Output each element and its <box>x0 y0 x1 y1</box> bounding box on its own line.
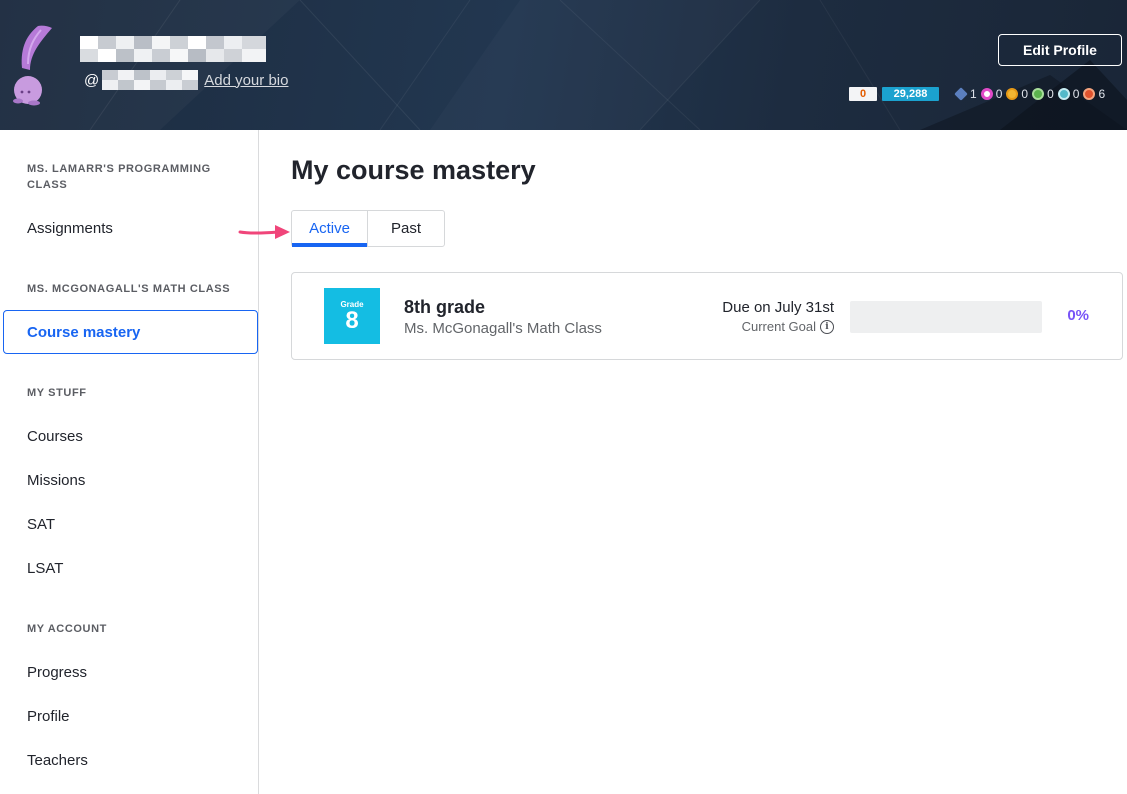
course-card[interactable]: Grade 8 8th grade Ms. McGonagall's Math … <box>291 272 1123 360</box>
badge-sun[interactable]: 0 <box>1032 87 1054 101</box>
streak-count: 0 <box>849 87 877 101</box>
edit-profile-button[interactable]: Edit Profile <box>998 34 1122 66</box>
badge-count: 6 <box>1098 87 1106 101</box>
course-name[interactable]: 8th grade <box>404 297 485 318</box>
username-redacted <box>80 36 266 62</box>
profile-stats: 0 29,288 1 0 0 0 0 6 <box>849 87 1109 101</box>
badge-meteorite[interactable]: 1 <box>954 87 977 101</box>
meteorite-badge-icon <box>954 87 968 101</box>
sidebar-item-missions[interactable]: Missions <box>3 458 258 502</box>
sidebar-section-math-class: MS. MCGONAGALL'S MATH CLASS <box>27 283 231 295</box>
earth-badge-icon <box>1006 88 1019 100</box>
sidebar-section-my-account: MY ACCOUNT <box>27 623 107 635</box>
badge-count: 0 <box>995 87 1003 101</box>
current-goal: Current Goal i <box>742 319 834 334</box>
sidebar-item-progress[interactable]: Progress <box>3 650 258 694</box>
badge-count: 0 <box>1047 87 1054 101</box>
badge-count: 1 <box>970 87 977 101</box>
black-hole-badge-icon <box>1057 88 1070 100</box>
tab-active[interactable]: Active <box>292 211 368 247</box>
handle-row: @ Add your bio <box>84 70 288 90</box>
sidebar: MS. LAMARR'S PROGRAMMING CLASS Assignmen… <box>0 130 259 794</box>
sun-badge-icon <box>1032 88 1045 100</box>
current-goal-label: Current Goal <box>741 319 816 334</box>
sidebar-section-my-stuff: MY STUFF <box>27 387 87 399</box>
badge-counts: 1 0 0 0 0 6 <box>954 87 1109 101</box>
badge-challenge[interactable]: 6 <box>1083 87 1105 101</box>
page-title: My course mastery <box>291 155 536 185</box>
sidebar-item-courses[interactable]: Courses <box>3 414 258 458</box>
sidebar-item-assignments[interactable]: Assignments <box>3 206 258 250</box>
due-date: Due on July 31st <box>722 299 834 316</box>
course-class-name: Ms. McGonagall's Math Class <box>404 320 602 337</box>
sidebar-section-programming-class: MS. LAMARR'S PROGRAMMING CLASS <box>27 163 211 191</box>
header-background <box>89 0 1127 130</box>
badge-count: 0 <box>1021 87 1029 101</box>
pointer-arrow-icon <box>238 225 290 239</box>
energy-points: 29,288 <box>882 87 939 101</box>
handle-prefix: @ <box>84 71 100 89</box>
sidebar-item-sat[interactable]: SAT <box>3 502 258 546</box>
badge-moon[interactable]: 0 <box>980 87 1003 101</box>
avatar[interactable] <box>8 24 56 108</box>
badge-earth[interactable]: 0 <box>1006 87 1028 101</box>
badge-black-hole[interactable]: 0 <box>1057 87 1080 101</box>
badge-count: 0 <box>1072 87 1080 101</box>
sidebar-item-profile[interactable]: Profile <box>3 694 258 738</box>
moon-badge-icon <box>980 88 993 100</box>
sidebar-item-teachers[interactable]: Teachers <box>3 738 258 782</box>
info-icon[interactable]: i <box>820 319 834 334</box>
add-bio-link[interactable]: Add your bio <box>204 72 288 89</box>
sidebar-item-course-mastery[interactable]: Course mastery <box>3 310 258 354</box>
sidebar-item-lsat[interactable]: LSAT <box>3 546 258 590</box>
challenge-patch-icon <box>1083 88 1096 100</box>
profile-header: @ Add your bio Edit Profile 0 29,288 1 0… <box>0 0 1127 130</box>
mastery-tabs: Active Past <box>291 210 445 247</box>
handle-redacted <box>102 70 199 90</box>
grade-number: 8 <box>345 306 359 334</box>
mastery-progress-bar <box>850 301 1042 333</box>
grade-8-icon: Grade 8 <box>324 288 380 344</box>
mastery-percent: 0% <box>1067 307 1089 324</box>
tab-past[interactable]: Past <box>368 211 444 246</box>
